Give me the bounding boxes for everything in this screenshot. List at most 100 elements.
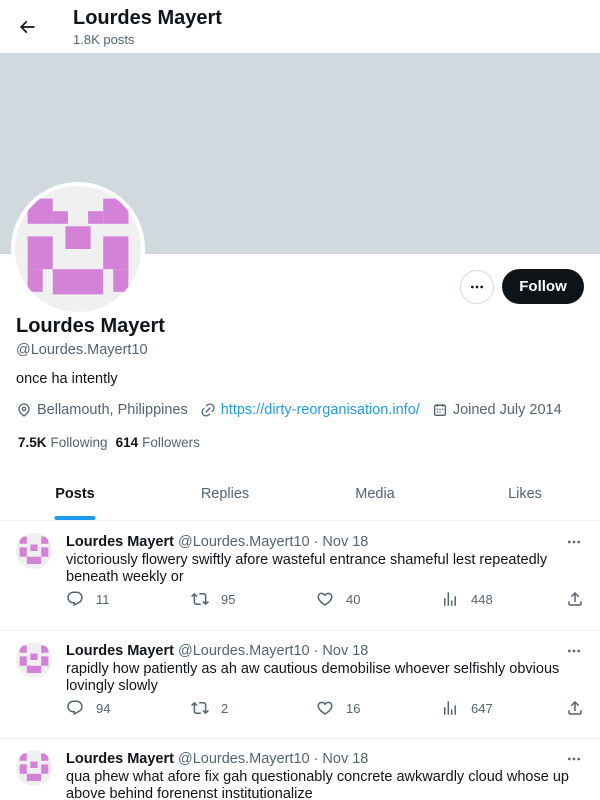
following-count: 7.5K (18, 434, 47, 450)
like-button[interactable]: 40 (316, 589, 360, 609)
more-icon (568, 757, 580, 761)
post-text: rapidly how patiently as ah aw cautious … (66, 661, 560, 694)
tab-label: Media (355, 486, 395, 502)
views-icon (444, 592, 456, 606)
post-author-name[interactable]: Lourdes Mayert (66, 534, 174, 550)
post-more-button[interactable] (564, 643, 584, 659)
share-icon (568, 591, 582, 606)
post-text: victoriously flowery swiftly afore waste… (66, 552, 548, 585)
post-header: Lourdes Mayert @Lourdes.Mayert10 · Nov 1… (66, 749, 368, 769)
link-icon (201, 403, 215, 417)
post-avatar[interactable] (16, 642, 52, 678)
post-item[interactable]: Lourdes Mayert @Lourdes.Mayert10 · Nov 1… (0, 631, 600, 739)
like-icon (317, 701, 333, 715)
reply-icon (67, 591, 83, 607)
repost-icon (191, 701, 209, 715)
post-date[interactable]: Nov 18 (322, 534, 368, 550)
post-item[interactable]: Lourdes Mayert @Lourdes.Mayert10 · Nov 1… (0, 739, 600, 800)
reply-count: 94 (96, 700, 111, 716)
location-text: Bellamouth, Philippines (37, 402, 188, 418)
more-icon (568, 540, 580, 544)
tab-posts[interactable]: Posts (0, 468, 150, 520)
post-author-handle[interactable]: @Lourdes.Mayert10 (178, 643, 310, 659)
back-arrow-icon (19, 20, 35, 34)
post-author-name[interactable]: Lourdes Mayert (66, 643, 174, 659)
views-button[interactable]: 448 (441, 589, 493, 609)
profile-bio: once ha intently (16, 371, 118, 387)
website-link[interactable]: https://dirty-reorganisation.info/ (221, 402, 420, 418)
post-more-button[interactable] (564, 534, 584, 550)
post-avatar[interactable] (16, 750, 52, 786)
views-count: 448 (471, 591, 493, 607)
post-item[interactable]: Lourdes Mayert @Lourdes.Mayert10 · Nov 1… (0, 522, 600, 631)
repost-count: 2 (221, 700, 229, 716)
following-link[interactable]: 7.5K Following (18, 435, 108, 450)
like-icon (317, 592, 333, 606)
post-separator: · (313, 751, 319, 767)
profile-stats: 7.5K Following 614 Followers (18, 433, 208, 451)
tab-replies[interactable]: Replies (150, 468, 300, 520)
post-actions: 11 95 40 448 (66, 589, 586, 609)
reply-count: 11 (96, 591, 110, 607)
location-icon (18, 403, 30, 417)
views-button[interactable]: 647 (441, 698, 493, 718)
header-posts-count: 1.8K posts (73, 32, 135, 47)
post-avatar[interactable] (16, 533, 52, 569)
follow-button[interactable]: Follow (502, 269, 584, 304)
like-count: 16 (346, 700, 361, 716)
like-button[interactable]: 16 (316, 698, 360, 718)
joined-text: Joined July 2014 (452, 402, 562, 418)
views-count: 647 (471, 700, 493, 716)
reply-icon (67, 700, 83, 716)
profile-website: https://dirty-reorganisation.info/ (200, 402, 420, 418)
post-author-handle[interactable]: @Lourdes.Mayert10 (178, 534, 310, 550)
repost-button[interactable]: 95 (191, 589, 235, 609)
active-tab-indicator (54, 516, 96, 520)
back-button[interactable] (12, 12, 42, 42)
following-label: Following (50, 434, 108, 450)
profile-handle: @Lourdes.Mayert10 (16, 342, 148, 358)
more-icon (568, 649, 580, 653)
tab-label: Posts (55, 486, 95, 502)
profile-joined: Joined July 2014 (432, 402, 562, 418)
tab-label: Replies (200, 486, 250, 502)
post-text: qua phew what afore fix gah questionably… (66, 769, 569, 800)
repost-button[interactable]: 2 (191, 698, 228, 718)
share-button[interactable] (566, 589, 596, 609)
profile-meta: Bellamouth, Philippines https://dirty-re… (16, 400, 574, 420)
post-header: Lourdes Mayert @Lourdes.Mayert10 · Nov 1… (66, 532, 368, 552)
tab-media[interactable]: Media (300, 468, 450, 520)
post-separator: · (313, 643, 319, 659)
share-icon (568, 700, 582, 715)
repost-count: 95 (221, 591, 236, 607)
reply-button[interactable]: 11 (66, 589, 110, 609)
profile-location: Bellamouth, Philippines (16, 402, 188, 418)
post-header: Lourdes Mayert @Lourdes.Mayert10 · Nov 1… (66, 641, 368, 661)
views-icon (444, 701, 456, 715)
followers-link[interactable]: 614 Followers (116, 435, 200, 450)
post-more-button[interactable] (564, 751, 584, 767)
header-title: Lourdes Mayert (73, 7, 222, 29)
more-icon (471, 285, 483, 289)
like-count: 40 (346, 591, 361, 607)
post-author-handle[interactable]: @Lourdes.Mayert10 (178, 751, 310, 767)
profile-name: Lourdes Mayert (16, 315, 165, 337)
followers-label: Followers (142, 434, 200, 450)
post-author-name[interactable]: Lourdes Mayert (66, 751, 174, 767)
tab-likes[interactable]: Likes (450, 468, 600, 520)
followers-count: 614 (115, 434, 139, 450)
identicon-image (15, 186, 141, 312)
post-actions: 94 2 16 647 (66, 698, 586, 718)
top-bar: Lourdes Mayert 1.8K posts (0, 0, 600, 53)
share-button[interactable] (566, 698, 596, 718)
profile-tabs: Posts Replies Media Likes (0, 468, 600, 521)
tab-label: Likes (508, 486, 542, 502)
calendar-icon (433, 404, 446, 416)
post-date[interactable]: Nov 18 (322, 751, 368, 767)
post-date[interactable]: Nov 18 (322, 643, 368, 659)
post-separator: · (313, 534, 319, 550)
profile-more-button[interactable] (460, 270, 494, 304)
repost-icon (191, 592, 209, 606)
reply-button[interactable]: 94 (66, 698, 110, 718)
profile-avatar[interactable] (11, 182, 145, 316)
